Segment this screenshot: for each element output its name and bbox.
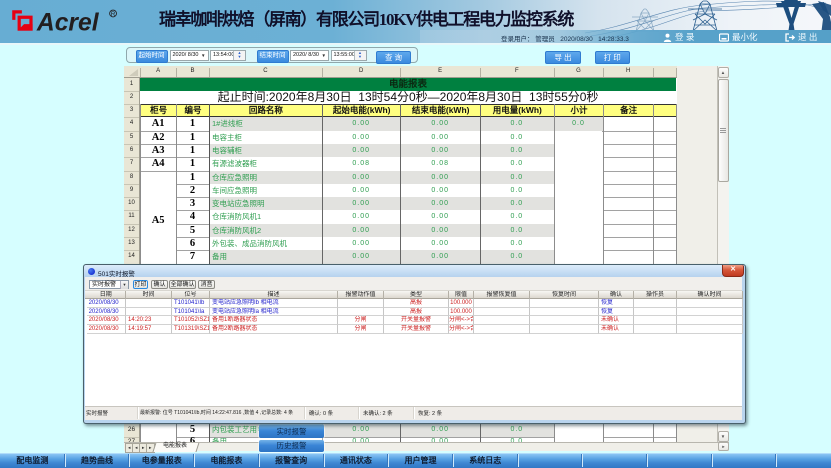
svg-text:R: R bbox=[111, 11, 116, 18]
svg-text:Acrel: Acrel bbox=[36, 10, 100, 36]
